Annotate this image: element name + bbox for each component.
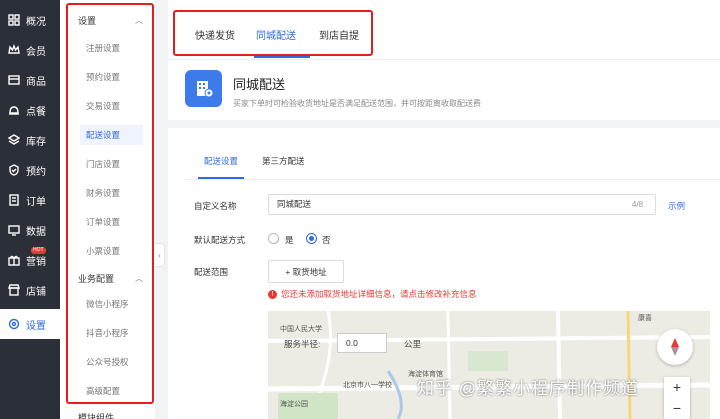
subtab-delivery-settings[interactable]: 配送设置 xyxy=(204,155,238,167)
nav-label: 会员 xyxy=(26,46,46,58)
sidebar-item-wechat-miniapp[interactable]: 微信小程序 xyxy=(60,290,155,319)
map-roads xyxy=(268,311,710,419)
highlight-box-tabs xyxy=(173,10,373,56)
main-nav: 概况 会员 商品 点餐 库存 预约 订单 数据 营销 HOT 店铺 设置 xyxy=(0,0,60,419)
section-title: 设置 xyxy=(78,15,97,26)
radius-unit: 公里 xyxy=(404,339,422,349)
collapse-sidebar-button[interactable]: ‹ xyxy=(155,243,165,267)
building-location-icon xyxy=(185,70,222,107)
sidebar-item-trade[interactable]: 交易设置 xyxy=(60,92,155,121)
sidebar-item-register[interactable]: 注册设置 xyxy=(60,34,155,63)
sidebar-item-booking[interactable]: 预约设置 xyxy=(60,63,155,92)
nav-label: 点餐 xyxy=(26,106,46,118)
nav-label: 订单 xyxy=(26,196,46,208)
range-label: 配送范围 xyxy=(194,267,229,277)
section-header-settings[interactable]: 设置 ︿ xyxy=(60,10,155,30)
zoom-out-button[interactable]: − xyxy=(664,398,690,419)
nav-item-overview[interactable]: 概况 xyxy=(0,5,60,35)
settings-sidebar: 设置 ︿ 注册设置 预约设置 交易设置 配送设置 门店设置 财务设置 订单设置 … xyxy=(60,0,155,419)
warning-text: 您还未添加取货地址详细信息，请点击修改补充信息 xyxy=(281,289,477,299)
watermark: 知乎 @繁繁小程序制作频道 xyxy=(417,379,639,398)
example-link[interactable]: 示例 xyxy=(668,200,685,212)
add-pickup-address-button[interactable]: + 取货地址 xyxy=(268,260,344,283)
sidebar-item-advanced[interactable]: 高级配置 xyxy=(60,377,155,406)
nav-label: 预约 xyxy=(26,166,46,178)
section-header-modules[interactable]: 模块组件 xyxy=(60,410,155,419)
compass-icon[interactable] xyxy=(657,329,693,365)
radius-label: 服务半径: xyxy=(284,339,321,349)
section-title: 业务配置 xyxy=(78,273,115,284)
nav-label: 店铺 xyxy=(26,286,46,298)
nav-label: 商品 xyxy=(26,76,46,88)
subtab-divider xyxy=(185,179,720,180)
sidebar-item-store[interactable]: 门店设置 xyxy=(60,150,155,179)
map-label: 北京市八一学校 xyxy=(343,382,392,389)
nav-item-orders[interactable]: 订单 xyxy=(0,185,60,215)
nav-item-ordering[interactable]: 点餐 xyxy=(0,95,60,125)
stack-icon xyxy=(8,134,20,146)
map-label: 海淀公园 xyxy=(280,401,308,408)
radio-no-label: 否 xyxy=(322,235,331,245)
nav-item-data[interactable]: 数据 xyxy=(0,215,60,245)
section-title: 模块组件 xyxy=(78,412,115,419)
sidebar-item-receipt[interactable]: 小票设置 xyxy=(60,237,155,266)
nav-label: 库存 xyxy=(26,136,46,148)
sidebar-item-order[interactable]: 订单设置 xyxy=(60,208,155,237)
nav-label: 设置 xyxy=(26,320,46,332)
nav-label: 数据 xyxy=(26,226,46,238)
crown-icon xyxy=(8,44,20,56)
monitor-icon xyxy=(8,224,20,236)
map-zoom-control: + − xyxy=(664,377,690,419)
nav-item-settings[interactable]: 设置 xyxy=(0,309,60,339)
nav-item-store[interactable]: 店铺 xyxy=(0,275,60,305)
nav-label: 概况 xyxy=(26,16,46,28)
radio-yes-label: 是 xyxy=(285,235,294,245)
name-label: 自定义名称 xyxy=(194,201,237,211)
delivery-map[interactable]: 北京市八一学校 海淀体育馆 海淀公园 康喜 中国人民大学 xyxy=(268,311,710,419)
radio-yes[interactable] xyxy=(268,233,279,244)
nav-label: 营销 xyxy=(26,256,46,268)
warning-message: ! 您还未添加取货地址详细信息，请点击修改补充信息 xyxy=(268,288,477,300)
nav-item-booking[interactable]: 预约 xyxy=(0,155,60,185)
nav-item-products[interactable]: 商品 xyxy=(0,65,60,95)
warning-icon: ! xyxy=(268,289,277,299)
gift-icon xyxy=(8,254,20,266)
box-icon xyxy=(8,74,20,86)
sidebar-item-delivery[interactable]: 配送设置 xyxy=(80,125,143,145)
grid-icon xyxy=(8,14,20,26)
page-description: 买家下单时可检验收货地址是否满足配送范围，并可按距离收取配送费 xyxy=(233,99,481,108)
default-method-label: 默认配送方式 xyxy=(194,235,246,245)
radio-no[interactable] xyxy=(306,233,317,244)
page-title: 同城配送 xyxy=(233,77,286,92)
nav-item-members[interactable]: 会员 xyxy=(0,35,60,65)
app-root: 概况 会员 商品 点餐 库存 预约 订单 数据 营销 HOT 店铺 设置 设置 … xyxy=(0,0,720,419)
custom-name-input[interactable]: 同城配送 xyxy=(268,194,656,215)
nav-item-inventory[interactable]: 库存 xyxy=(0,125,60,155)
chevron-up-icon: ︿ xyxy=(135,15,143,25)
gear-icon xyxy=(8,318,20,330)
zoom-in-button[interactable]: + xyxy=(664,377,690,398)
radius-input[interactable]: 0.0 xyxy=(337,333,387,353)
sidebar-item-douyin-miniapp[interactable]: 抖音小程序 xyxy=(60,319,155,348)
nav-item-marketing[interactable]: 营销 HOT xyxy=(0,245,60,275)
subtab-third-party[interactable]: 第三方配送 xyxy=(262,155,305,167)
hot-badge: HOT xyxy=(31,247,46,254)
map-poi: 中国人民大学 xyxy=(280,326,322,333)
check-shield-icon xyxy=(8,164,20,176)
chevron-up-icon: ︿ xyxy=(135,273,143,283)
doc-icon xyxy=(8,194,20,206)
section-header-business[interactable]: 业务配置 ︿ xyxy=(60,268,155,288)
char-counter: 4/8 xyxy=(632,200,644,209)
store-icon xyxy=(8,284,20,296)
bell-icon xyxy=(8,104,20,116)
sidebar-item-finance[interactable]: 财务设置 xyxy=(60,179,155,208)
active-tab-indicator xyxy=(254,56,310,58)
sidebar-item-official-account[interactable]: 公众号授权 xyxy=(60,348,155,377)
map-label: 康喜 xyxy=(638,315,652,322)
